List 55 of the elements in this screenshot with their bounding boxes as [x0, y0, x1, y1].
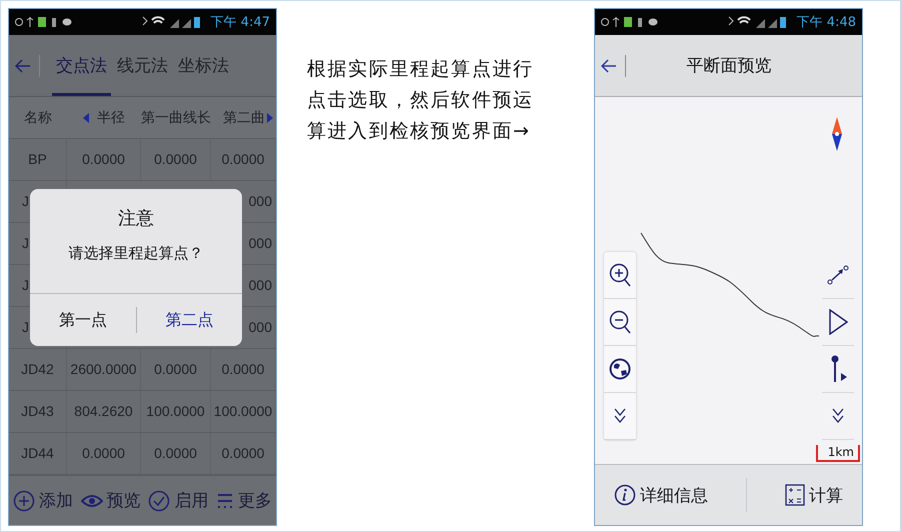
toolbar-button[interactable]: 更多 — [216, 489, 272, 512]
table-cell: 0.0000 — [211, 433, 276, 474]
column-header: 第一曲线长 — [141, 108, 211, 126]
calculator-icon — [785, 484, 805, 506]
table-cell: 804.2620 — [67, 391, 141, 432]
calculate-button[interactable]: 计算 — [785, 484, 843, 506]
table-cell: 0.0000 — [67, 433, 141, 474]
signal-icons-drawing — [140, 15, 202, 29]
table-cell: 100.0000 — [211, 391, 276, 432]
table-cell: 0.0000 — [141, 433, 211, 474]
globe-icon — [609, 358, 631, 380]
plus-circle-icon — [12, 490, 35, 512]
double-chevron-icon — [613, 407, 627, 425]
tab[interactable]: 线元法 — [113, 35, 172, 96]
table-cell: JD42 — [9, 349, 67, 390]
dialog-message: 请选择里程起算点？ — [68, 244, 204, 263]
status-icons-drawing — [601, 16, 659, 28]
column-header: 半径 — [97, 108, 125, 126]
table-cell: 0.0000 — [67, 139, 141, 180]
status-icons-drawing — [15, 16, 73, 28]
column-header: 名称 — [23, 108, 53, 126]
back-arrow-icon — [15, 58, 31, 72]
double-chevron-icon — [831, 407, 845, 425]
table-cell: 0.0000 — [141, 349, 211, 390]
toolbar-button[interactable]: 启用 — [148, 489, 208, 512]
screen-title: 平断面预览 — [686, 55, 772, 77]
play-icon — [828, 309, 848, 335]
table-cell: BP — [9, 139, 67, 180]
table-cell: JD43 — [9, 391, 67, 432]
tab[interactable]: 坐标法 — [174, 35, 233, 96]
toolbar-button[interactable]: 添加 — [12, 489, 73, 512]
table-cell: 0.0000 — [141, 139, 211, 180]
table-cell: 100.0000 — [141, 391, 211, 432]
details-button[interactable]: 详细信息 — [614, 484, 708, 506]
zoom-in-icon — [609, 263, 631, 287]
check-circle-icon — [148, 490, 170, 512]
scale-bar: 1km — [816, 445, 860, 462]
eye-icon — [80, 494, 103, 508]
point-to-point-icon — [827, 265, 849, 285]
table-cell: 2600.0000 — [67, 349, 141, 390]
column-header: 第二曲 — [223, 108, 265, 126]
table-cell: 0.0000 — [211, 139, 276, 180]
table-cell: JD44 — [9, 433, 67, 474]
caption-text: 根据实际里程起算点进行点击选取，然后软件预运算进入到检核预览界面→ — [307, 57, 535, 144]
zoom-out-icon — [609, 310, 631, 334]
back-arrow-icon — [601, 58, 617, 72]
toolbar-button[interactable]: 预览 — [80, 489, 141, 512]
status-time: 下午 4:47 — [210, 14, 270, 31]
dialog-title: 注意 — [118, 207, 154, 230]
compass-icon — [832, 117, 842, 151]
table-cell: 0.0000 — [211, 349, 276, 390]
dialog-button[interactable]: 第一点 — [30, 307, 136, 333]
signal-icons-drawing — [726, 15, 788, 29]
info-icon — [614, 484, 636, 506]
status-time: 下午 4:48 — [796, 14, 856, 31]
